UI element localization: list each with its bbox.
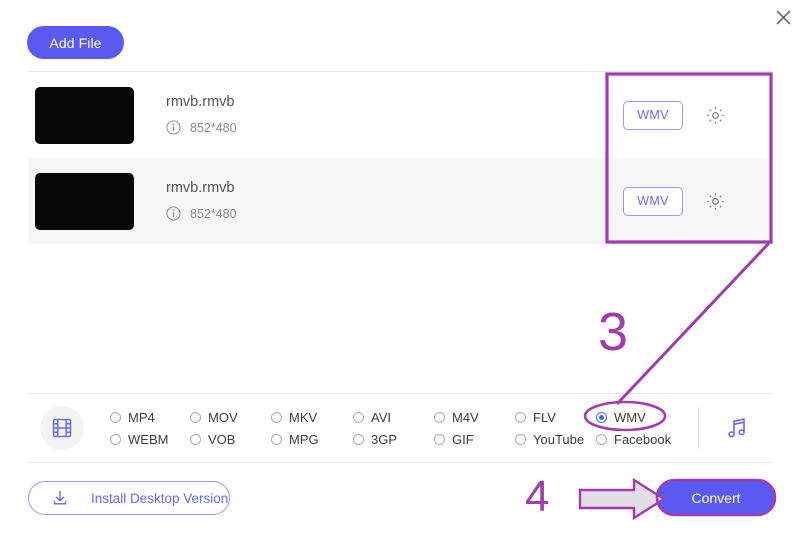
video-format-tab[interactable] (40, 406, 84, 450)
format-option-label: YouTube (533, 431, 585, 447)
audio-format-tab[interactable] (725, 415, 751, 441)
music-note-icon (728, 418, 745, 438)
install-desktop-version-label: Install Desktop Version (91, 490, 229, 506)
close-button[interactable] (766, 0, 800, 34)
radio-icon (190, 411, 201, 423)
format-option-mov[interactable]: MOV (190, 410, 271, 425)
file-name: rmvb.rmvb (166, 179, 235, 196)
file-dimensions: 852*480 (190, 120, 237, 135)
format-separator (698, 407, 699, 449)
annotation-step-4: 4 (525, 472, 550, 521)
radio-icon (515, 411, 526, 423)
radio-icon (110, 433, 121, 445)
row-actions: WMV (623, 186, 726, 216)
format-option-label: 3GP (371, 431, 398, 447)
format-option-gif[interactable]: GIF (434, 432, 515, 447)
format-option-m4v[interactable]: M4V (434, 410, 515, 425)
file-meta: rmvb.rmvb 852*480 (166, 179, 623, 222)
format-option-label: M4V (452, 409, 479, 425)
file-subline: 852*480 (166, 120, 623, 135)
format-option-mkv[interactable]: MKV (271, 410, 353, 425)
format-option-flv[interactable]: FLV (515, 410, 596, 425)
format-option-label: MOV (208, 409, 238, 425)
format-option-facebook[interactable]: Facebook (596, 432, 676, 447)
annotation-step-3: 3 (598, 302, 629, 362)
format-option-label: MPG (289, 431, 319, 447)
row-format-badge[interactable]: WMV (623, 100, 683, 130)
info-icon[interactable] (166, 120, 181, 135)
close-icon (775, 9, 791, 25)
radio-icon (596, 411, 607, 423)
gear-icon[interactable] (705, 191, 726, 212)
video-thumbnail (35, 86, 134, 144)
format-divider-bottom (28, 462, 772, 463)
gear-icon[interactable] (705, 105, 726, 126)
format-option-label: MP4 (128, 409, 155, 425)
film-strip-icon (52, 418, 72, 438)
annotation-arrow-convert (578, 477, 667, 521)
radio-icon (353, 411, 364, 423)
format-option-label: AVI (371, 409, 391, 425)
annotation-leader-line (615, 240, 772, 406)
convert-button[interactable]: Convert (658, 481, 774, 514)
radio-icon (271, 433, 282, 445)
info-icon[interactable] (166, 206, 181, 221)
format-option-label: WMV (614, 409, 646, 425)
format-panel: MP4 MOV MKV AVI M4V FLV WMV WEBM VOB MPG… (28, 394, 772, 462)
format-option-mp4[interactable]: MP4 (110, 410, 190, 425)
video-thumbnail (35, 172, 134, 230)
format-option-vob[interactable]: VOB (190, 432, 271, 447)
file-list: rmvb.rmvb 852*480 WMV rmvb.rmvb 852*480 … (28, 72, 772, 244)
radio-icon (515, 433, 526, 445)
radio-icon (434, 433, 445, 445)
radio-icon (596, 433, 607, 445)
row-format-badge[interactable]: WMV (623, 186, 683, 216)
radio-icon (110, 411, 121, 423)
radio-icon (353, 433, 364, 445)
format-option-youtube[interactable]: YouTube (515, 432, 596, 447)
format-option-mpg[interactable]: MPG (271, 432, 353, 447)
format-option-label: GIF (452, 431, 474, 447)
format-options: MP4 MOV MKV AVI M4V FLV WMV WEBM VOB MPG… (110, 406, 676, 450)
add-file-button[interactable]: Add File (27, 26, 124, 59)
table-row[interactable]: rmvb.rmvb 852*480 WMV (28, 158, 772, 244)
format-option-3gp[interactable]: 3GP (353, 432, 434, 447)
format-option-label: FLV (533, 409, 556, 425)
radio-icon (190, 433, 201, 445)
format-option-label: VOB (208, 431, 236, 447)
install-desktop-version-button[interactable]: Install Desktop Version (28, 481, 230, 515)
format-option-wmv[interactable]: WMV (596, 410, 676, 425)
format-option-label: MKV (289, 409, 318, 425)
table-row[interactable]: rmvb.rmvb 852*480 WMV (28, 72, 772, 158)
file-name: rmvb.rmvb (166, 93, 235, 110)
row-actions: WMV (623, 100, 726, 130)
format-option-webm[interactable]: WEBM (110, 432, 190, 447)
file-subline: 852*480 (166, 206, 623, 221)
radio-icon (434, 411, 445, 423)
download-icon (53, 490, 67, 505)
radio-icon (271, 411, 282, 423)
format-option-avi[interactable]: AVI (353, 410, 434, 425)
file-dimensions: 852*480 (190, 206, 237, 221)
format-option-label: WEBM (128, 431, 169, 447)
format-option-label: Facebook (614, 431, 672, 447)
file-meta: rmvb.rmvb 852*480 (166, 93, 623, 136)
